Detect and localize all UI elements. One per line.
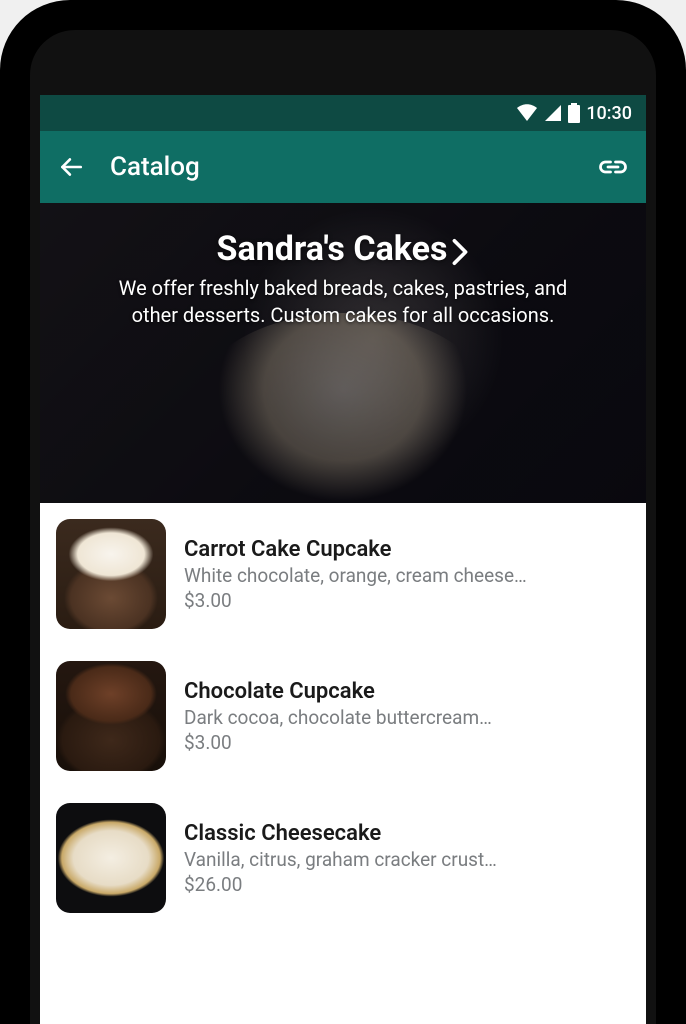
screen: 10:30 Catalog Sandra's Cakes: [40, 95, 646, 1024]
hero-banner[interactable]: Sandra's Cakes We offer freshly baked br…: [40, 203, 646, 503]
product-description: White chocolate, orange, cream cheese…: [184, 564, 630, 587]
product-item[interactable]: Chocolate Cupcake Dark cocoa, chocolate …: [40, 645, 646, 787]
product-info: Classic Cheesecake Vanilla, citrus, grah…: [184, 803, 630, 913]
link-button[interactable]: [598, 152, 628, 182]
product-thumbnail: [56, 661, 166, 771]
phone-inner: 10:30 Catalog Sandra's Cakes: [30, 30, 656, 1024]
product-name: Carrot Cake Cupcake: [184, 537, 630, 562]
status-bar: 10:30: [40, 95, 646, 131]
status-time: 10:30: [586, 103, 632, 124]
product-description: Vanilla, citrus, graham cracker crust…: [184, 848, 630, 871]
product-thumbnail: [56, 519, 166, 629]
product-list: Carrot Cake Cupcake White chocolate, ora…: [40, 503, 646, 929]
product-price: $3.00: [184, 589, 630, 612]
wifi-icon: [516, 104, 538, 122]
hero-title-row: Sandra's Cakes: [217, 229, 470, 275]
phone-frame: 10:30 Catalog Sandra's Cakes: [0, 0, 686, 1024]
product-price: $26.00: [184, 873, 630, 896]
chevron-right-icon: [451, 238, 469, 266]
app-bar-title: Catalog: [110, 152, 572, 182]
product-thumbnail: [56, 803, 166, 913]
back-button[interactable]: [58, 154, 84, 180]
product-item[interactable]: Carrot Cake Cupcake White chocolate, ora…: [40, 503, 646, 645]
product-info: Carrot Cake Cupcake White chocolate, ora…: [184, 519, 630, 629]
product-name: Classic Cheesecake: [184, 821, 630, 846]
signal-icon: [544, 104, 562, 122]
product-item[interactable]: Classic Cheesecake Vanilla, citrus, grah…: [40, 787, 646, 929]
product-name: Chocolate Cupcake: [184, 679, 630, 704]
business-name: Sandra's Cakes: [217, 229, 448, 269]
app-bar: Catalog: [40, 131, 646, 203]
product-description: Dark cocoa, chocolate buttercream…: [184, 706, 630, 729]
product-info: Chocolate Cupcake Dark cocoa, chocolate …: [184, 661, 630, 771]
business-description: We offer freshly baked breads, cakes, pa…: [103, 275, 583, 329]
battery-icon: [568, 103, 580, 123]
product-price: $3.00: [184, 731, 630, 754]
